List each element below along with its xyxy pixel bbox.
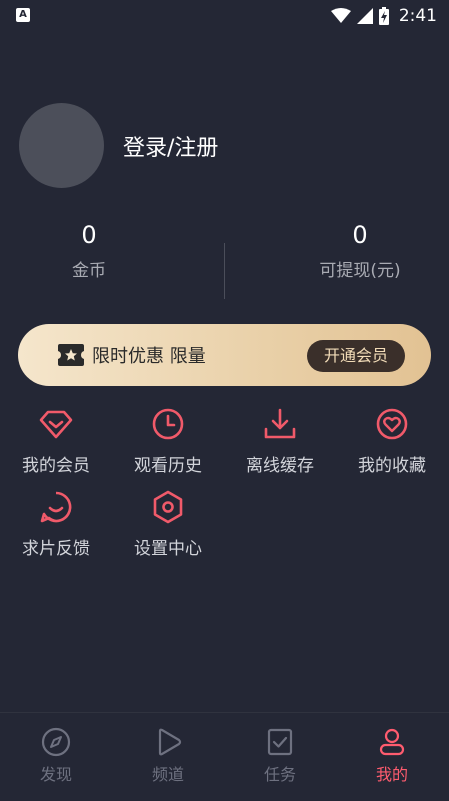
tab-tasks[interactable]: 任务 (224, 727, 336, 785)
menu-label: 我的会员 (22, 456, 90, 476)
vip-promo-banner[interactable]: 限时优惠 限量 开通会员 (18, 324, 431, 386)
compass-icon (41, 727, 71, 757)
clock-icon (152, 408, 184, 440)
tab-label: 任务 (263, 765, 296, 784)
battery-icon (378, 7, 389, 25)
stat-divider (224, 243, 225, 299)
app-notification-icon: A (16, 8, 30, 22)
menu-item-watch-history[interactable]: 观看历史 (112, 407, 224, 476)
download-icon (264, 408, 296, 439)
menu-item-my-favorites[interactable]: 我的收藏 (336, 407, 448, 476)
hexagon-settings-icon (153, 490, 183, 524)
chat-smile-icon (40, 491, 72, 523)
tab-discover[interactable]: 发现 (0, 727, 112, 785)
tab-label: 我的 (375, 765, 408, 784)
bottom-tab-bar: 发现 频道 任务 我的 (0, 712, 449, 801)
menu-label: 观看历史 (134, 456, 202, 476)
status-icons: 2:41 (330, 5, 437, 27)
menu-label: 离线缓存 (246, 456, 314, 476)
tab-channels[interactable]: 频道 (112, 727, 224, 785)
tab-label: 频道 (151, 765, 184, 784)
menu-label: 我的收藏 (358, 456, 426, 476)
coins-stat[interactable]: 0 金币 (0, 220, 189, 281)
open-vip-button[interactable]: 开通会员 (307, 340, 405, 372)
coins-label: 金币 (72, 261, 106, 281)
signal-icon (356, 8, 373, 24)
vip-promo-text: 限时优惠 限量 (92, 346, 206, 367)
withdrawable-label: 可提现(元) (319, 261, 401, 281)
menu-label: 设置中心 (134, 539, 202, 559)
task-check-icon (267, 728, 293, 756)
withdrawable-value: 0 (352, 221, 368, 249)
heart-icon (376, 408, 408, 440)
vip-ticket-icon (58, 344, 84, 366)
menu-label: 求片反馈 (22, 539, 90, 559)
login-register-link[interactable]: 登录/注册 (123, 130, 218, 162)
diamond-icon (39, 410, 73, 439)
menu-item-settings[interactable]: 设置中心 (112, 490, 224, 559)
menu-item-request-feedback[interactable]: 求片反馈 (0, 490, 112, 559)
menu-item-my-membership[interactable]: 我的会员 (0, 407, 112, 476)
avatar[interactable] (19, 103, 104, 188)
status-bar: A 2:41 (0, 0, 449, 32)
clock-time: 2:41 (398, 6, 437, 26)
coins-value: 0 (81, 221, 97, 249)
withdrawable-stat[interactable]: 0 可提现(元) (260, 220, 449, 281)
tab-me[interactable]: 我的 (336, 727, 448, 785)
person-icon (379, 728, 405, 756)
wifi-icon (330, 8, 351, 23)
menu-item-offline-cache[interactable]: 离线缓存 (224, 407, 336, 476)
play-icon (158, 728, 182, 756)
tab-label: 发现 (39, 765, 72, 784)
